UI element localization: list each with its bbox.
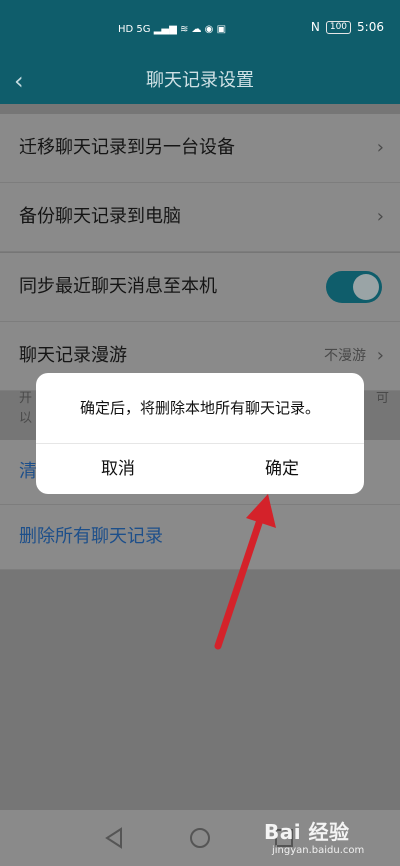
row-backup-label: 备份聊天记录到电脑: [19, 206, 181, 227]
chevron-right-icon: ›: [376, 137, 384, 158]
page-title: 聊天记录设置: [146, 70, 254, 91]
arrow-shaft: [214, 510, 266, 650]
annotation-arrow: [214, 494, 276, 650]
nfc-icon: N: [310, 20, 320, 34]
status-right: N 100 5:06: [311, 20, 384, 34]
row-delete-all-label: 删除所有聊天记录: [19, 526, 163, 547]
chevron-right-icon: ›: [376, 206, 384, 227]
title-bar: ‹ 聊天记录设置: [0, 58, 400, 104]
row-sync[interactable]: 同步最近聊天消息至本机: [0, 253, 400, 322]
cancel-button[interactable]: 取消: [36, 444, 200, 494]
chevron-right-icon: ›: [376, 345, 384, 366]
toggle-knob: [353, 274, 379, 300]
sync-toggle[interactable]: [326, 271, 382, 303]
watermark-text: Bai 经验: [264, 820, 350, 844]
row-backup[interactable]: 备份聊天记录到电脑 ›: [0, 183, 400, 252]
arrow-head: [246, 494, 276, 528]
hint-line1-end: 可: [375, 391, 389, 406]
dialog-message: 确定后，将删除本地所有聊天记录。: [79, 399, 320, 417]
watermark: Bai 经验 jingyan.baidu.com: [264, 810, 376, 866]
clock: 5:06: [357, 20, 384, 34]
confirm-button[interactable]: 确定: [200, 444, 364, 494]
confirm-dialog: 确定后，将删除本地所有聊天记录。 取消 确定: [36, 373, 364, 494]
battery-icon: 100: [325, 20, 352, 34]
section-sync: 同步最近聊天消息至本机 聊天记录漫游 不漫游 ›: [0, 253, 400, 391]
status-icons-text: HD 5G ▂▄▆ ≋ ☁ ◉ ▣: [118, 23, 227, 35]
watermark-sub: jingyan.baidu.com: [272, 845, 365, 856]
hint-line2: 以: [19, 411, 33, 426]
row-clear-label: 清: [19, 461, 37, 482]
hint-line1: 开: [19, 391, 33, 406]
status-icons: HD 5G ▂▄▆ ≋ ☁ ◉ ▣: [118, 21, 226, 37]
nav-home-icon[interactable]: [186, 824, 214, 852]
row-sync-label: 同步最近聊天消息至本机: [19, 276, 217, 297]
row-migrate-label: 迁移聊天记录到另一台设备: [19, 137, 235, 158]
status-bar: HD 5G ▂▄▆ ≋ ☁ ◉ ▣ N 100 5:06: [0, 0, 400, 58]
section-transfer: 迁移聊天记录到另一台设备 › 备份聊天记录到电脑 ›: [0, 114, 400, 252]
nav-back-icon[interactable]: [101, 824, 129, 852]
row-migrate[interactable]: 迁移聊天记录到另一台设备 ›: [0, 114, 400, 183]
